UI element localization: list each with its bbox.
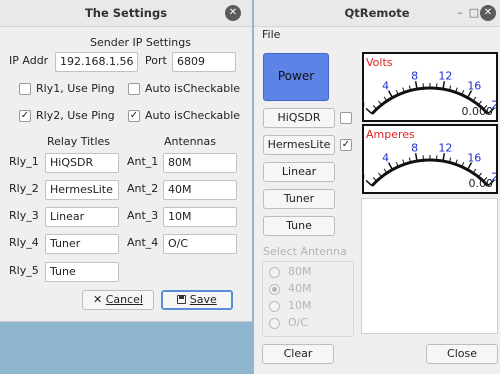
port-label: Port — [145, 54, 167, 67]
cancel-label: Cancel — [105, 293, 143, 306]
amps-tick-mark — [365, 179, 373, 187]
relay-title-field[interactable]: HermesLite — [45, 180, 119, 200]
clear-button[interactable]: Clear — [262, 344, 334, 364]
antenna-label: Ant_2 — [127, 182, 159, 195]
auto1-checkbox[interactable] — [128, 83, 140, 95]
antenna-field[interactable]: 10M — [163, 207, 237, 227]
relay-button-label: HiQSDR — [277, 111, 321, 124]
power-label: Power — [277, 69, 315, 83]
amps-tick-mark — [372, 177, 377, 182]
ip-addr-field[interactable]: 192.168.1.56 — [55, 52, 138, 72]
rly1-ping-checkbox[interactable] — [19, 83, 31, 95]
relay-button-linear[interactable]: Linear — [263, 162, 335, 182]
port-field[interactable]: 6809 — [172, 52, 236, 72]
relay-button-label: HermesLite — [267, 138, 331, 151]
amps-tick-label: 16 — [467, 151, 481, 164]
volts-meter: 048121620 Volts 0.000 — [362, 52, 498, 122]
qtremote-titlebar[interactable]: QtRemote – □ ✕ — [254, 0, 500, 27]
volts-tick-label: 16 — [467, 79, 481, 92]
relay-hermeslite-checkbox[interactable]: ✓ — [340, 139, 352, 151]
close-button[interactable]: Close — [426, 344, 498, 364]
antenna-radio-label: O/C — [288, 316, 309, 329]
volts-tick-label: 0 — [364, 98, 365, 111]
save-button[interactable]: Save — [161, 290, 233, 310]
clear-label: Clear — [283, 347, 313, 360]
amps-tick-label: 12 — [438, 141, 452, 154]
log-text-area[interactable] — [361, 198, 498, 334]
relay-label: Rly_3 — [9, 209, 39, 222]
antenna-field[interactable]: 80M — [163, 153, 237, 173]
settings-window: The Settings ✕ Sender IP Settings IP Add… — [0, 0, 252, 322]
rly1-ping-label: Rly1, Use Ping — [36, 82, 115, 95]
relay-button-tuner[interactable]: Tuner — [263, 189, 335, 209]
cancel-button[interactable]: ✕ Cancel — [82, 290, 154, 310]
antenna-label: Ant_4 — [127, 236, 159, 249]
qtremote-window: QtRemote – □ ✕ File Power 048121620 Volt… — [254, 0, 500, 374]
amps-readout: 0.00 — [468, 177, 494, 190]
auto2-checkbox[interactable]: ✓ — [128, 110, 140, 122]
close-icon[interactable]: ✕ — [225, 5, 241, 21]
antenna-radio-10m[interactable] — [269, 301, 280, 312]
relay-button-hiqsdr[interactable]: HiQSDR — [263, 108, 335, 128]
antenna-label: Ant_3 — [127, 209, 159, 222]
sender-ip-heading: Sender IP Settings — [90, 36, 191, 49]
rly2-ping-checkbox[interactable]: ✓ — [19, 110, 31, 122]
antenna-radio-oc[interactable] — [269, 318, 280, 329]
relay-hiqsdr-checkbox[interactable] — [340, 112, 352, 124]
rly2-ping-label: Rly2, Use Ping — [36, 109, 115, 122]
antenna-field[interactable]: 40M — [163, 180, 237, 200]
antenna-radio-80m[interactable] — [269, 267, 280, 278]
relay-label: Rly_5 — [9, 264, 39, 277]
relay-title-field[interactable]: Linear — [45, 207, 119, 227]
antenna-field[interactable]: O/C — [163, 234, 237, 254]
close-label: Close — [447, 347, 477, 360]
settings-title: The Settings — [84, 6, 168, 20]
relay-button-label: Tuner — [283, 192, 315, 205]
volts-tick-mark — [372, 105, 377, 110]
auto1-label: Auto isCheckable — [145, 82, 241, 95]
volts-tick-mark — [365, 107, 373, 115]
volts-tick-label: 4 — [382, 79, 389, 92]
volts-tick-label: 12 — [438, 69, 452, 82]
x-icon: ✕ — [93, 293, 103, 306]
relay-title-field[interactable]: HiQSDR — [45, 153, 119, 173]
save-label: Save — [189, 293, 217, 306]
relay-label: Rly_4 — [9, 236, 39, 249]
antenna-radio-label: 10M — [288, 299, 312, 312]
relay-button-label: Tune — [286, 219, 312, 232]
antenna-radio-label: 40M — [288, 282, 312, 295]
antennas-header: Antennas — [164, 135, 216, 148]
volts-readout: 0.000 — [461, 105, 494, 118]
antenna-radio-40m[interactable] — [269, 284, 280, 295]
amps-meter: 048121620 Amperes 0.00 — [362, 124, 498, 194]
amps-tick-label: 4 — [382, 151, 389, 164]
volts-tick-label: 8 — [411, 69, 418, 82]
relay-title-field[interactable]: Tuner — [45, 234, 119, 254]
relay-label: Rly_1 — [9, 155, 39, 168]
floppy-disk-icon — [177, 295, 187, 304]
close-icon[interactable]: ✕ — [480, 5, 496, 21]
relay-button-label: Linear — [281, 165, 317, 178]
amps-meter-title: Amperes — [366, 128, 415, 141]
antenna-radio-label: 80M — [288, 265, 312, 278]
select-antenna-label: Select Antenna — [263, 245, 347, 258]
amps-tick-label: 0 — [364, 170, 365, 183]
relay-titles-header: Relay Titles — [47, 135, 111, 148]
amps-tick-label: 8 — [411, 141, 418, 154]
relay-label: Rly_2 — [9, 182, 39, 195]
antenna-label: Ant_1 — [127, 155, 159, 168]
auto2-label: Auto isCheckable — [145, 109, 241, 122]
relay-button-hermeslite[interactable]: HermesLite — [263, 135, 335, 155]
settings-titlebar[interactable]: The Settings ✕ — [0, 0, 252, 27]
relay-title-field[interactable]: Tune — [45, 262, 119, 282]
power-button[interactable]: Power — [263, 53, 329, 101]
relay-button-tune[interactable]: Tune — [263, 216, 335, 236]
ip-addr-label: IP Addr — [9, 54, 49, 67]
file-menu[interactable]: File — [262, 28, 280, 41]
volts-meter-title: Volts — [366, 56, 393, 69]
